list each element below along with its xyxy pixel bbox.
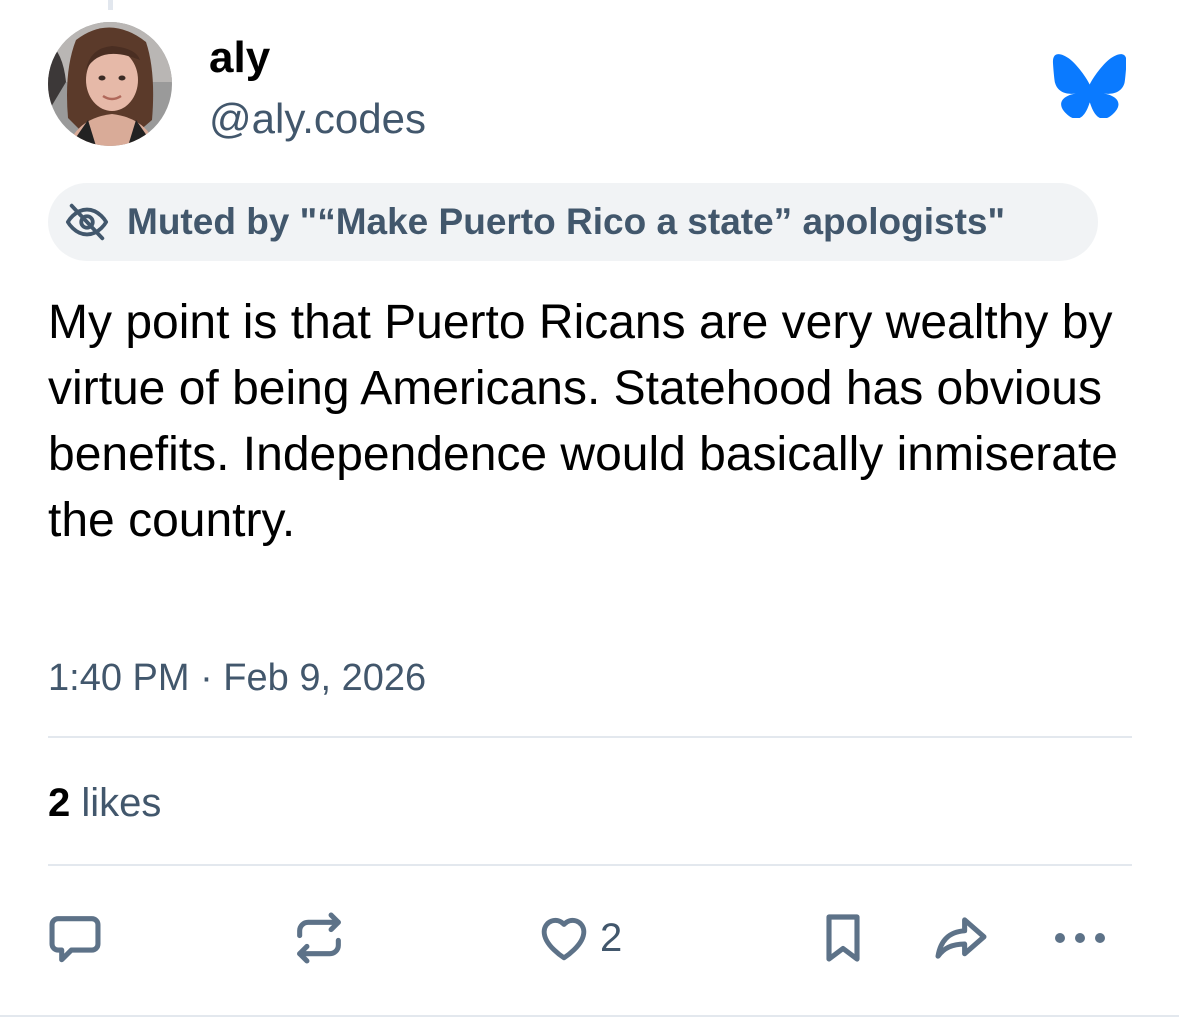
share-icon <box>930 909 992 967</box>
more-icon <box>1052 928 1112 948</box>
author-display-name[interactable]: aly <box>209 30 270 86</box>
bluesky-butterfly-icon <box>1052 53 1127 119</box>
eye-slash-icon <box>64 199 110 245</box>
like-count: 2 <box>600 916 623 960</box>
reply-icon <box>46 909 104 967</box>
bookmark-button[interactable] <box>815 908 871 968</box>
bookmark-icon <box>815 909 871 967</box>
reply-button[interactable] <box>46 908 104 968</box>
repost-button[interactable] <box>290 908 348 968</box>
author-handle[interactable]: @aly.codes <box>209 92 426 146</box>
like-button[interactable]: 2 <box>536 908 622 968</box>
share-button[interactable] <box>930 908 992 968</box>
likes-count: 2 <box>48 781 71 825</box>
heart-icon <box>536 910 592 966</box>
divider <box>48 736 1132 738</box>
muted-notice-text: Muted by "“Make Puerto Rico a state” apo… <box>127 201 1006 242</box>
likes-label: likes <box>70 781 162 825</box>
avatar[interactable] <box>48 22 172 146</box>
post-body-text: My point is that Puerto Ricans are very … <box>48 296 1118 547</box>
more-options-button[interactable] <box>1052 908 1112 968</box>
divider <box>48 864 1132 866</box>
thread-connector-line <box>108 0 113 10</box>
repost-icon <box>290 909 348 967</box>
post-timestamp[interactable]: 1:40 PM · Feb 9, 2026 <box>48 654 426 702</box>
bottom-border <box>0 1015 1179 1017</box>
likes-summary-link[interactable]: 2 likes <box>48 778 161 828</box>
